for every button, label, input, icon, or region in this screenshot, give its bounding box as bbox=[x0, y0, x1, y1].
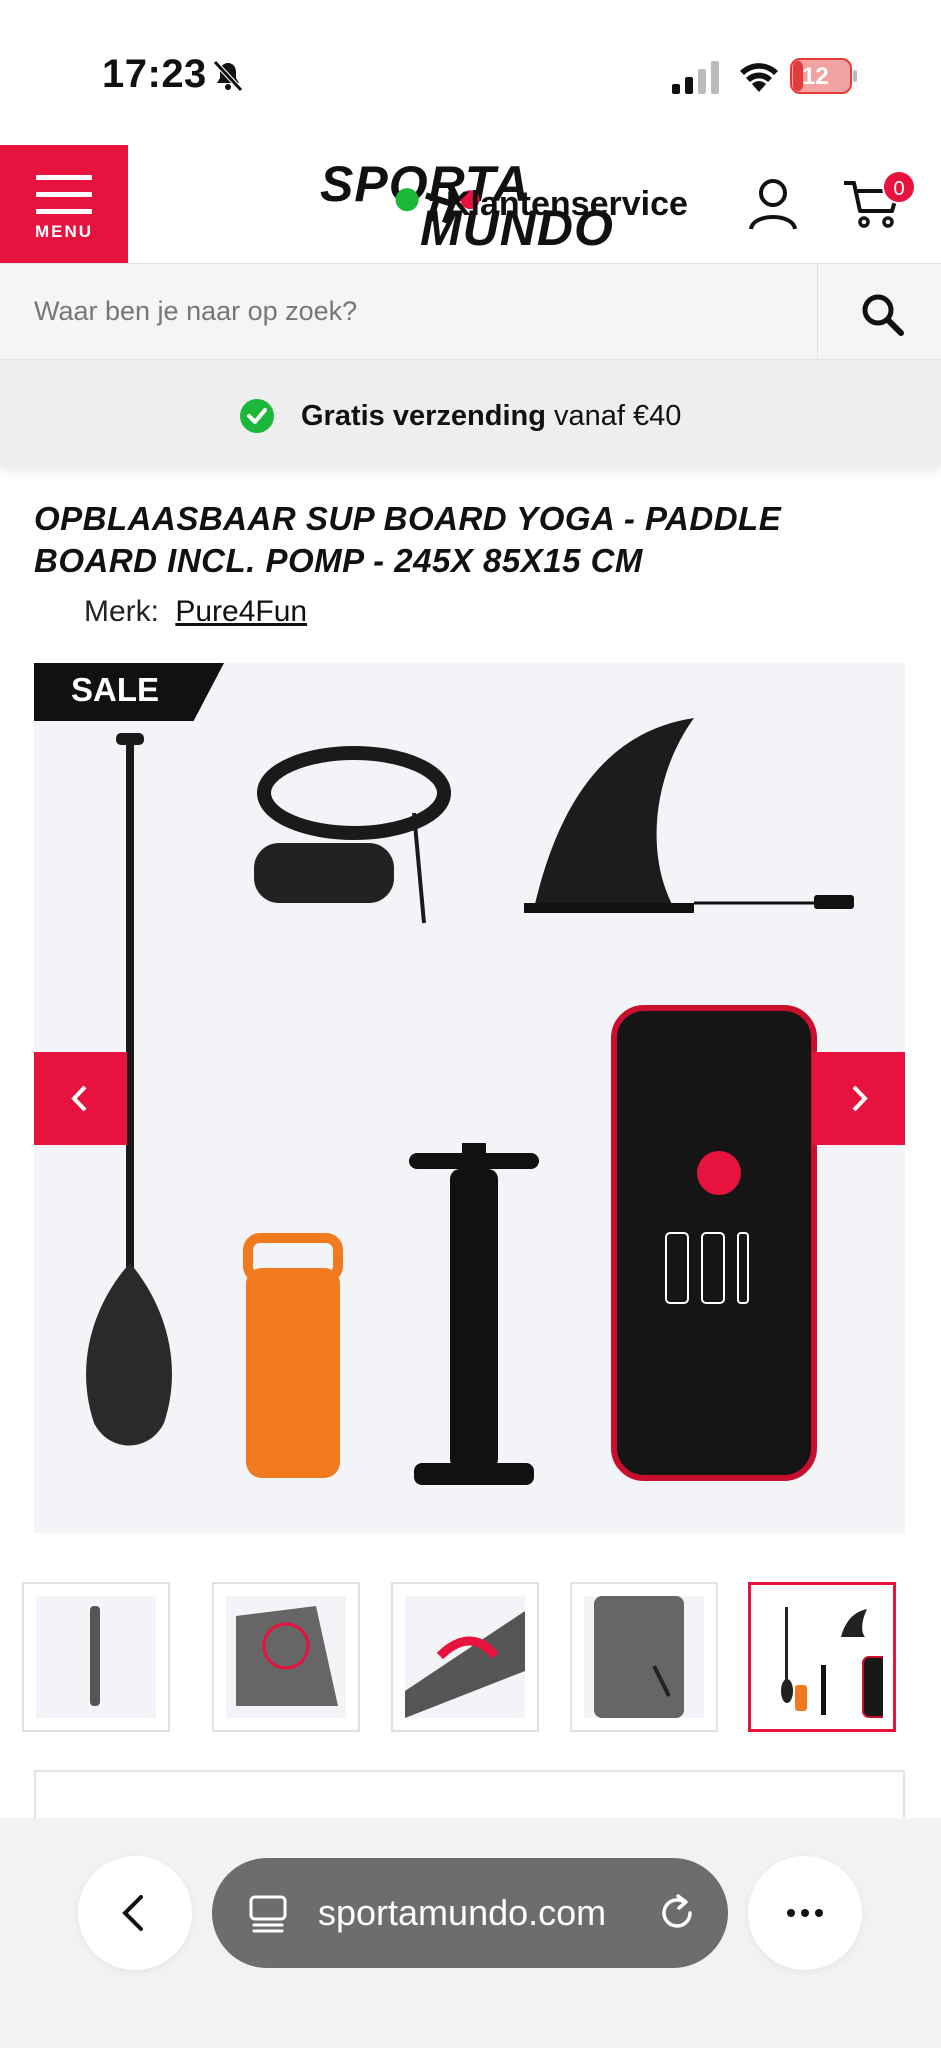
address-bar[interactable]: sportamundo.com bbox=[212, 1858, 728, 1968]
tabs-icon bbox=[249, 1895, 287, 1933]
shipping-bold-text: Gratis verzending bbox=[301, 399, 546, 432]
thumbnail-4[interactable] bbox=[570, 1582, 718, 1732]
customer-service-link[interactable]: Klantenservice bbox=[446, 185, 688, 224]
cellular-signal-icon bbox=[672, 61, 719, 94]
chevron-right-icon bbox=[852, 1085, 868, 1112]
brand-link[interactable]: Pure4Fun bbox=[175, 595, 307, 628]
thumbnail-2[interactable] bbox=[212, 1582, 360, 1732]
shipping-banner: Gratis verzending vanaf €40 bbox=[0, 360, 941, 466]
browser-back-button[interactable] bbox=[78, 1856, 192, 1970]
site-header: MENU SPORTA MUNDO Klantenservice 0 bbox=[0, 145, 941, 263]
sale-badge: SALE bbox=[34, 663, 224, 721]
wifi-icon bbox=[740, 63, 778, 92]
search-bar bbox=[0, 263, 941, 360]
more-dots-icon bbox=[787, 1909, 823, 1917]
bell-muted-icon bbox=[213, 60, 243, 92]
product-title: Opblaasbaar SUP Board Yoga - Paddle Boar… bbox=[34, 500, 782, 579]
menu-button[interactable]: MENU bbox=[0, 145, 128, 263]
gallery-next-button[interactable] bbox=[812, 1052, 905, 1145]
status-time: 17:23 bbox=[102, 52, 207, 96]
product-image-gallery[interactable]: SALE bbox=[34, 663, 905, 1533]
browser-more-button[interactable] bbox=[748, 1856, 862, 1970]
menu-label: MENU bbox=[34, 222, 94, 241]
reload-icon[interactable] bbox=[656, 1892, 698, 1934]
check-circle-icon bbox=[240, 399, 274, 433]
cart-count-badge: 0 bbox=[882, 170, 916, 204]
user-account-icon[interactable] bbox=[747, 177, 799, 231]
thumbnail-3[interactable] bbox=[391, 1582, 539, 1732]
thumbnail-5-active[interactable] bbox=[748, 1582, 896, 1732]
chevron-left-icon bbox=[122, 1895, 143, 1931]
thumbnail-1[interactable] bbox=[22, 1582, 170, 1732]
brand-label: Merk: bbox=[84, 595, 159, 628]
shipping-rest-text: vanaf €40 bbox=[553, 399, 682, 432]
product-image bbox=[86, 718, 854, 1485]
chevron-left-icon bbox=[71, 1085, 87, 1112]
battery-level: 12 bbox=[802, 63, 829, 90]
gallery-prev-button[interactable] bbox=[34, 1052, 127, 1145]
url-text: sportamundo.com bbox=[318, 1892, 607, 1933]
hamburger-icon bbox=[36, 175, 92, 215]
search-button[interactable] bbox=[817, 264, 941, 359]
status-bar: 17:23 12 bbox=[0, 0, 941, 145]
thumbnail-strip bbox=[22, 1582, 905, 1734]
search-input[interactable] bbox=[0, 264, 817, 359]
battery-icon: 12 bbox=[790, 57, 858, 95]
browser-toolbar: sportamundo.com bbox=[0, 1818, 941, 2048]
brand-line: Merk: Pure4Fun bbox=[84, 595, 307, 629]
search-icon bbox=[862, 294, 904, 336]
